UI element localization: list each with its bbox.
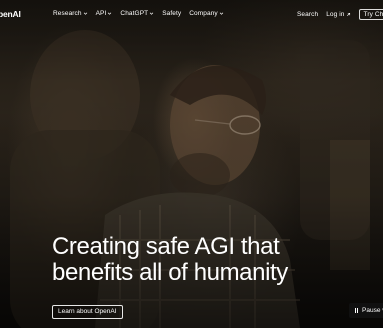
chevron-down-icon xyxy=(219,12,223,15)
pause-icon xyxy=(355,308,358,313)
login-label: Log in xyxy=(326,11,345,18)
nav-item-label: Research xyxy=(53,10,82,17)
arrow-up-right-icon xyxy=(346,12,350,16)
nav-item-label: ChatGPT xyxy=(120,10,149,17)
search-link[interactable]: Search xyxy=(297,11,318,18)
learn-about-openai-button[interactable]: Learn about OpenAI xyxy=(52,305,123,319)
nav-item-company[interactable]: Company xyxy=(189,10,224,17)
nav-item-chatgpt[interactable]: ChatGPT xyxy=(120,10,154,17)
login-link[interactable]: Log in xyxy=(326,11,350,18)
pause-video-button[interactable]: Pause v xyxy=(349,303,383,318)
hero-headline-line: Creating safe AGI that xyxy=(52,233,280,260)
primary-nav-links: Research API ChatGPT Safety Company xyxy=(53,10,224,17)
nav-item-label: Company xyxy=(189,10,218,17)
page: penAI Research API ChatGPT Safety Compan… xyxy=(0,0,383,328)
chevron-down-icon xyxy=(149,12,154,15)
nav-item-label: API xyxy=(95,10,107,17)
try-chatgpt-button[interactable]: Try ChatG xyxy=(358,9,383,20)
chevron-down-icon xyxy=(108,12,112,15)
hero-headline: Creating safe AGI that benefits all of h… xyxy=(52,234,372,286)
nav-actions: Search Log in Try ChatG xyxy=(297,9,383,20)
hero-headline-line: benefits all of humanity xyxy=(52,259,288,286)
openai-logo[interactable]: penAI xyxy=(0,9,21,19)
chevron-down-icon xyxy=(83,12,87,15)
nav-item-research[interactable]: Research xyxy=(53,10,88,17)
nav-item-api[interactable]: API xyxy=(96,10,113,17)
nav-item-safety[interactable]: Safety xyxy=(162,10,181,17)
nav-item-label: Safety xyxy=(162,10,182,17)
top-navigation: penAI Research API ChatGPT Safety Compan… xyxy=(0,0,383,28)
pause-label: Pause v xyxy=(362,307,383,314)
